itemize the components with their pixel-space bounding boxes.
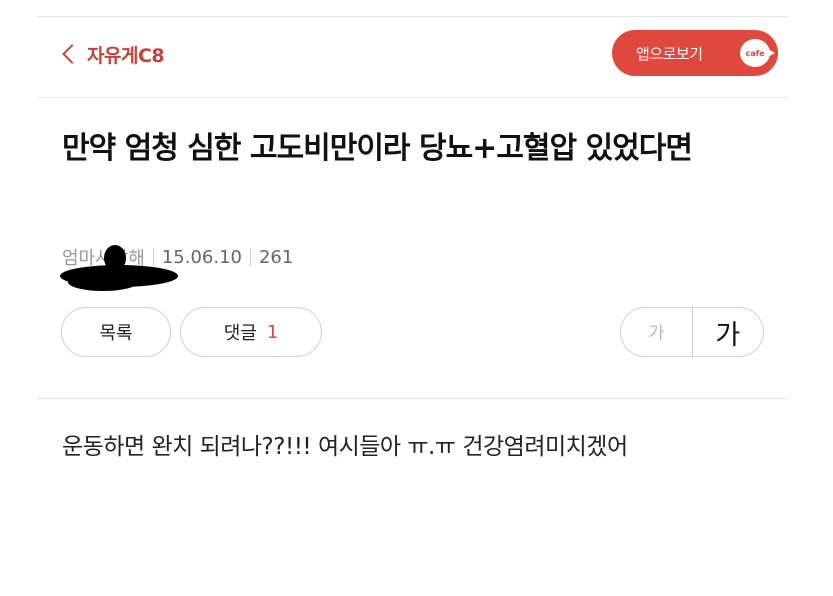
chevron-left-icon [62, 44, 82, 64]
post-title: 만약 엄청 심한 고도비만이라 당뇨+고혈압 있었다면 [62, 131, 693, 166]
font-small-button[interactable]: 가 [621, 308, 693, 356]
post-view: 자유게C8 앱으로보기 cafe 만약 엄청 심한 고도비만이라 당뇨+고혈압 … [0, 0, 833, 596]
open-in-app-label: 앱으로보기 [636, 44, 703, 63]
view-count: 261 [258, 246, 294, 268]
comment-button[interactable]: 댓글 1 [180, 307, 322, 357]
comment-label: 댓글 [223, 323, 257, 344]
header-bar: 자유게C8 앱으로보기 cafe [37, 17, 788, 97]
font-small-label: 가 [647, 323, 665, 344]
font-size-toggle: 가 가 [620, 307, 764, 357]
list-label: 목록 [99, 323, 133, 344]
content-divider [37, 398, 788, 399]
board-name: 자유게C8 [87, 44, 165, 67]
post-body: 운동하면 완치 되려나??!!! 여시들아 ㅠ.ㅠ 건강염려미치겠어 [62, 434, 628, 460]
list-button[interactable]: 목록 [61, 307, 171, 357]
redaction-scribble [58, 243, 180, 293]
open-in-app-button[interactable]: 앱으로보기 cafe [612, 30, 778, 76]
font-large-label: 가 [715, 319, 741, 351]
font-large-button[interactable]: 가 [693, 308, 764, 356]
comment-count: 1 [266, 321, 279, 343]
cafe-logo-icon: cafe [740, 39, 775, 67]
header-divider [37, 97, 788, 98]
meta-divider [249, 248, 251, 266]
back-button[interactable]: 자유게C8 [61, 37, 165, 71]
